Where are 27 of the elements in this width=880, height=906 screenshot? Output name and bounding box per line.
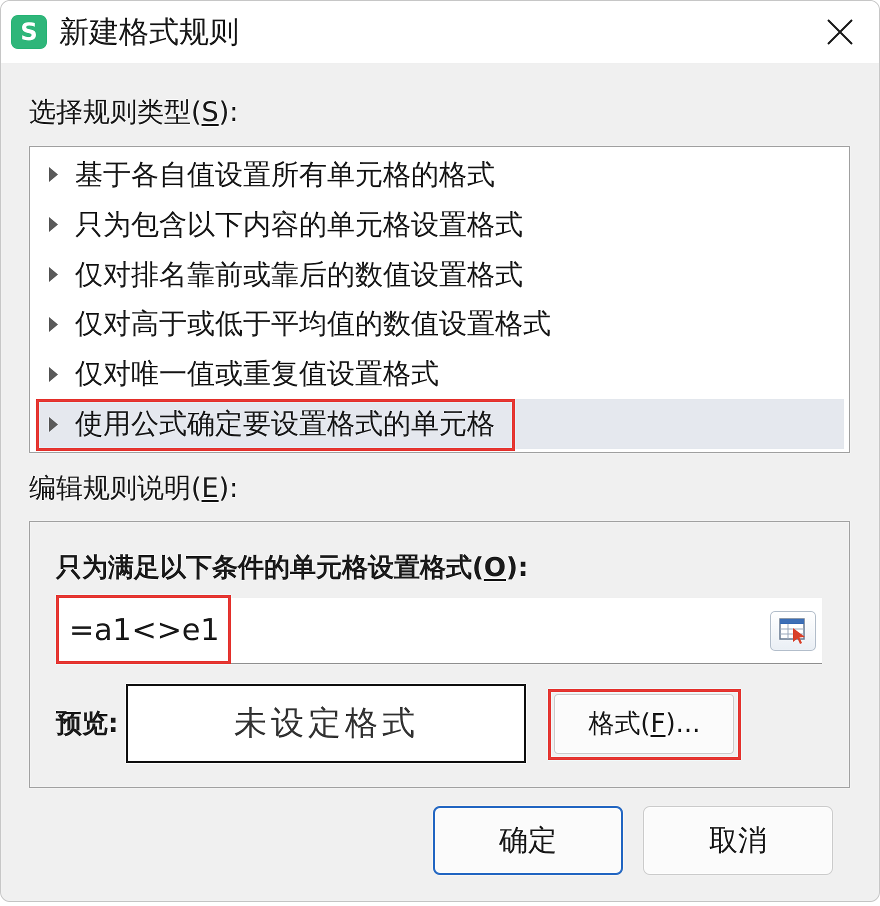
- rule-type-item[interactable]: 使用公式确定要设置格式的单元格: [37, 399, 844, 449]
- formula-field[interactable]: =a1<>e1: [56, 598, 822, 664]
- window-title: 新建格式规则: [59, 14, 240, 52]
- rule-type-item[interactable]: 仅对高于或低于平均值的数值设置格式: [37, 299, 844, 350]
- caret-icon: [49, 267, 58, 282]
- rule-type-item[interactable]: 只为包含以下内容的单元格设置格式: [37, 200, 844, 250]
- rule-type-item[interactable]: 基于各自值设置所有单元格的格式: [37, 150, 844, 200]
- rule-type-item[interactable]: 仅对排名靠前或靠后的数值设置格式: [37, 250, 844, 300]
- app-logo: S: [11, 15, 47, 49]
- formula-value: =a1<>e1: [69, 613, 220, 648]
- condition-label: 只为满足以下条件的单元格设置格式(O):: [56, 552, 530, 584]
- format-button[interactable]: 格式(F)...: [554, 694, 734, 754]
- preview-box: 未设定格式: [126, 684, 526, 763]
- caret-icon: [49, 167, 58, 182]
- caret-icon: [49, 217, 58, 232]
- ok-button[interactable]: 确定: [433, 806, 623, 875]
- edit-description-label: 编辑规则说明(E):: [29, 473, 240, 505]
- rule-type-label: 选择规则类型(S):: [29, 97, 240, 129]
- rule-type-item[interactable]: 仅对唯一值或重复值设置格式: [37, 349, 844, 400]
- table-cursor-icon: [779, 618, 807, 644]
- caret-icon: [49, 316, 58, 332]
- cancel-button[interactable]: 取消: [643, 806, 833, 875]
- range-select-button[interactable]: [770, 610, 816, 650]
- caret-icon: [49, 366, 58, 382]
- caret-icon: [49, 416, 58, 432]
- close-icon: [827, 19, 853, 45]
- preview-label: 预览:: [56, 708, 118, 740]
